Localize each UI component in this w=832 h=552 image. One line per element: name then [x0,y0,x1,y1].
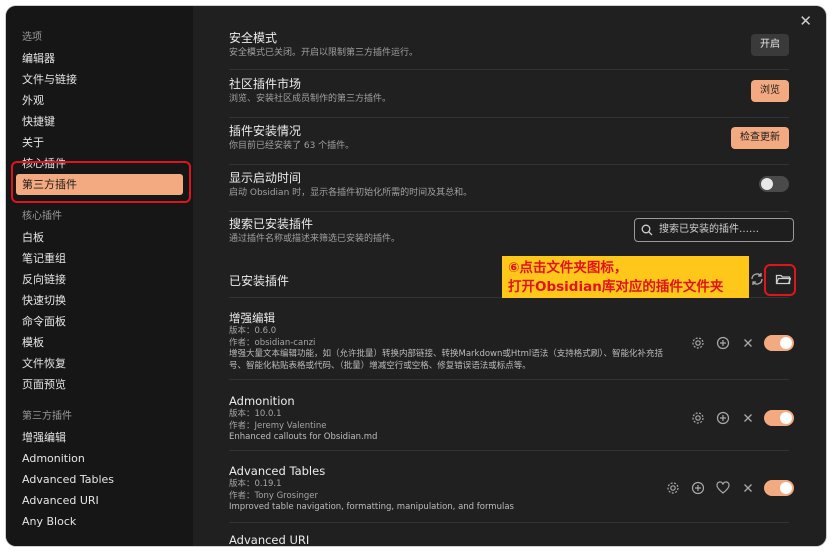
sidebar-item-enhanced-editing[interactable]: 增强编辑 [6,427,193,448]
sidebar-item-templates[interactable]: 模板 [6,332,193,353]
plugin-name: Advanced URI [229,533,310,546]
plugin-toggle-admonition[interactable] [764,410,794,426]
sidebar-item-hotkeys[interactable]: 快捷键 [6,111,193,132]
annotation-line-2: 打开Obsidian库对应的插件文件夹 [508,279,724,295]
gear-icon[interactable] [690,410,706,426]
check-updates-button[interactable]: 检查更新 [731,127,789,149]
hotkey-plus-icon[interactable] [690,480,706,496]
sidebar-item-command-palette[interactable]: 命令面板 [6,311,193,332]
setting-desc: 浏览、安装社区成员制作的第三方插件。 [229,94,392,104]
annotation-callout: ⑥点击文件夹图标， 打开Obsidian库对应的插件文件夹 [502,256,749,298]
sidebar-item-file-recovery[interactable]: 文件恢复 [6,353,193,374]
setting-installed-status: 插件安装情况 你目前已经安装了 63 个插件。 检查更新 [229,123,789,165]
plugin-description: Enhanced callouts for Obsidian.md [229,432,378,442]
sidebar-item-admonition[interactable]: Admonition [6,448,193,469]
plugin-toggle-enhanced-editing[interactable] [764,335,794,351]
setting-community-market: 社区插件市场 浏览、安装社区成员制作的第三方插件。 浏览 [229,76,789,118]
plugin-name: Advanced Tables [229,464,326,478]
uninstall-x-icon[interactable] [740,410,756,426]
reload-plugins-icon[interactable] [749,271,765,287]
setting-startup-time: 显示启动时间 启动 Obsidian 时，显示各插件初始化所需的时间及其总和。 [229,170,789,212]
setting-name: 安全模式 [229,31,278,45]
sidebar-item-canvas[interactable]: 白板 [6,227,193,248]
sidebar-item-note-composer[interactable]: 笔记重组 [6,248,193,269]
sidebar-item-backlinks[interactable]: 反向链接 [6,269,193,290]
sidebar-item-core-plugins[interactable]: 核心插件 [6,153,193,174]
sidebar-item-community-plugins[interactable]: 第三方插件 [16,174,183,195]
search-placeholder: 搜索已安装的插件…… [659,224,759,235]
heart-icon[interactable] [715,480,731,496]
plugin-row-advanced-uri: Advanced URI [229,532,789,546]
installed-plugins-search-input[interactable]: 搜索已安装的插件…… [634,218,794,242]
sidebar-item-advanced-tables[interactable]: Advanced Tables [6,469,193,490]
uninstall-x-icon[interactable] [740,335,756,351]
gear-icon[interactable] [665,480,681,496]
sidebar-item-quick-switcher[interactable]: 快速切换 [6,290,193,311]
sidebar-group-options: 选项 [22,32,42,43]
settings-window: 选项 编辑器 文件与链接 外观 快捷键 关于 核心插件 第三方插件 核心插件 白… [6,6,826,546]
sidebar-item-files-links[interactable]: 文件与链接 [6,69,193,90]
search-icon [641,224,653,236]
safe-mode-button[interactable]: 开启 [751,34,789,56]
plugin-toggle-advanced-tables[interactable] [764,480,794,496]
open-plugins-folder-icon[interactable] [775,271,792,287]
browse-button[interactable]: 浏览 [751,80,789,102]
settings-main: ✕ 安全模式 安全模式已关闭。开启以限制第三方插件运行。 开启 社区插件市场 浏… [193,6,826,546]
sidebar-item-editor[interactable]: 编辑器 [6,48,193,69]
plugin-name: 增强编辑 [229,311,275,325]
hotkey-plus-icon[interactable] [715,335,731,351]
plugin-description: 增强大量文本编辑功能，如（允许批量）转换内部链接、转换Markdown或Html… [229,349,664,371]
sidebar-item-page-preview[interactable]: 页面预览 [6,374,193,395]
setting-desc: 你目前已经安装了 63 个插件。 [229,141,355,151]
annotation-line-1: ⑥点击文件夹图标， [508,260,628,276]
startup-time-toggle[interactable] [759,176,789,192]
hotkey-plus-icon[interactable] [715,410,731,426]
setting-name: 社区插件市场 [229,77,302,91]
plugin-description: Improved table navigation, formatting, m… [229,502,514,512]
plugin-name: Admonition [229,394,295,408]
gear-icon[interactable] [690,335,706,351]
close-icon[interactable]: ✕ [799,12,812,30]
setting-desc: 启动 Obsidian 时，显示各插件初始化所需的时间及其总和。 [229,188,473,198]
setting-desc: 安全模式已关闭。开启以限制第三方插件运行。 [229,48,419,58]
uninstall-x-icon[interactable] [740,480,756,496]
sidebar-item-any-block[interactable]: Any Block [6,511,193,532]
setting-name: 插件安装情况 [229,124,302,138]
settings-sidebar: 选项 编辑器 文件与链接 外观 快捷键 关于 核心插件 第三方插件 核心插件 白… [6,6,193,546]
sidebar-group-third-party: 第三方插件 [22,411,72,422]
sidebar-group-core: 核心插件 [22,211,62,222]
sidebar-item-appearance[interactable]: 外观 [6,90,193,111]
setting-name: 显示启动时间 [229,171,302,185]
setting-safe-mode: 安全模式 安全模式已关闭。开启以限制第三方插件运行。 开启 [229,30,789,70]
sidebar-item-advanced-uri[interactable]: Advanced URI [6,490,193,511]
sidebar-item-about[interactable]: 关于 [6,132,193,153]
